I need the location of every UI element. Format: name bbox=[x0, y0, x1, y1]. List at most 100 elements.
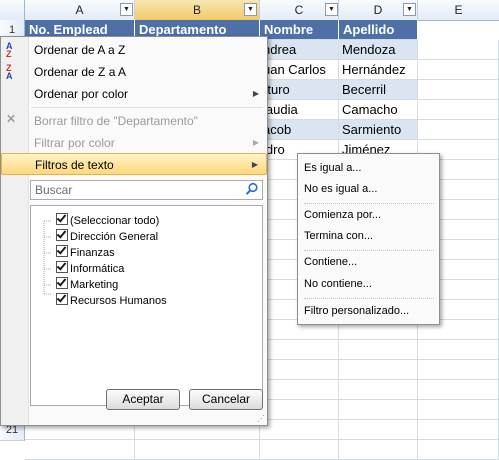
header-label: Apellido bbox=[343, 22, 395, 37]
checkbox-checked[interactable] bbox=[56, 293, 68, 305]
text-filters-submenu: Es igual a... No es igual a... Comienza … bbox=[297, 153, 440, 325]
submenu-item-equals[interactable]: Es igual a... bbox=[304, 158, 361, 178]
cell-apellido[interactable]: Hernández bbox=[339, 60, 418, 80]
checkbox-checked[interactable] bbox=[56, 277, 68, 289]
checkbox-checked[interactable] bbox=[56, 261, 68, 273]
filter-option-label: Informática bbox=[70, 263, 125, 275]
search-icon bbox=[245, 182, 258, 195]
resize-grip-icon[interactable]: ⋰ bbox=[257, 415, 265, 423]
menu-item-label: Ordenar por color bbox=[34, 87, 129, 101]
cancel-button[interactable]: Cancelar bbox=[189, 389, 263, 410]
menu-item-label: Ordenar de Z a A bbox=[34, 65, 127, 79]
filter-option[interactable]: Dirección General bbox=[56, 229, 158, 245]
cell-empty[interactable] bbox=[339, 380, 418, 400]
header-cell-nombre[interactable]: Nombre bbox=[260, 20, 339, 40]
cell-apellido[interactable]: Sarmiento bbox=[339, 120, 418, 140]
filter-option-label: Recursos Humanos bbox=[70, 295, 167, 307]
submenu-separator bbox=[304, 203, 434, 204]
header-label: Departamento bbox=[139, 22, 227, 37]
submenu-item-not-contains[interactable]: No contiene... bbox=[304, 274, 372, 294]
cell-nombre[interactable]: acob bbox=[260, 120, 339, 140]
cell-nombre[interactable]: laudia bbox=[260, 100, 339, 120]
cell-empty[interactable] bbox=[260, 400, 339, 420]
cell-empty[interactable] bbox=[339, 400, 418, 420]
filter-dropdown-button[interactable]: ▼ bbox=[403, 3, 416, 16]
menu-item-label: Ordenar de A a Z bbox=[34, 43, 126, 57]
filter-option-label: Dirección General bbox=[70, 231, 159, 243]
cell-nombre[interactable]: rturo bbox=[260, 80, 339, 100]
menu-item-filter-by-color[interactable]: Filtrar por color ▶ bbox=[1, 132, 267, 154]
menu-item-sort-az[interactable]: AZ Ordenar de A a Z bbox=[1, 39, 267, 61]
submenu-item-begins-with[interactable]: Comienza por... bbox=[304, 205, 381, 225]
cell-apellido[interactable]: Mendoza bbox=[339, 40, 418, 60]
submenu-arrow-icon: ▶ bbox=[252, 138, 259, 147]
cell-empty[interactable] bbox=[418, 380, 499, 400]
cell-empty[interactable] bbox=[418, 360, 499, 380]
cell-empty[interactable] bbox=[418, 40, 499, 60]
cell-empty[interactable] bbox=[260, 360, 339, 380]
menu-item-text-filters[interactable]: Filtros de texto ▶ bbox=[1, 153, 267, 175]
cell-empty[interactable] bbox=[418, 80, 499, 100]
submenu-item-contains[interactable]: Contiene... bbox=[304, 252, 357, 272]
menu-item-label: Borrar filtro de "Departamento" bbox=[34, 114, 198, 128]
cell-empty[interactable] bbox=[418, 340, 499, 360]
header-label: No. Emplead bbox=[29, 22, 108, 37]
submenu-item-ends-with[interactable]: Termina con... bbox=[304, 226, 373, 246]
menu-separator bbox=[31, 107, 263, 108]
cell-nombre[interactable]: uan Carlos bbox=[260, 60, 339, 80]
cell-empty[interactable] bbox=[418, 440, 499, 460]
menu-item-clear-filter[interactable]: ⨯ Borrar filtro de "Departamento" bbox=[1, 110, 267, 132]
checkbox-checked[interactable] bbox=[56, 245, 68, 257]
cell-empty[interactable] bbox=[339, 440, 418, 460]
tree-lines bbox=[43, 220, 51, 295]
clear-filter-icon: ⨯ bbox=[6, 111, 17, 125]
menu-item-sort-za[interactable]: ZA Ordenar de Z a A bbox=[1, 61, 267, 83]
submenu-item-custom-filter[interactable]: Filtro personalizado... bbox=[304, 301, 409, 321]
chevron-down-icon: ▼ bbox=[247, 6, 254, 13]
cell-apellido[interactable]: Camacho bbox=[339, 100, 418, 120]
submenu-separator bbox=[304, 298, 434, 299]
column-header-e[interactable]: E bbox=[418, 0, 499, 20]
filter-option-select-all[interactable]: (Seleccionar todo) bbox=[56, 213, 159, 229]
cell-apellido[interactable]: Becerril bbox=[339, 80, 418, 100]
filter-option-label: (Seleccionar todo) bbox=[70, 215, 160, 227]
cell-empty[interactable] bbox=[418, 60, 499, 80]
filter-option[interactable]: Recursos Humanos bbox=[56, 293, 167, 309]
filter-values-list: (Seleccionar todo) Dirección General Fin… bbox=[30, 205, 263, 406]
cell-empty[interactable] bbox=[25, 440, 135, 460]
cell-empty[interactable] bbox=[418, 400, 499, 420]
cell-empty[interactable] bbox=[339, 340, 418, 360]
cell-nombre[interactable]: ndrea bbox=[260, 40, 339, 60]
sort-az-icon: AZ bbox=[6, 41, 13, 59]
column-header-a[interactable]: A bbox=[25, 0, 135, 20]
filter-dropdown-button[interactable]: ▼ bbox=[325, 3, 338, 16]
checkbox-checked[interactable] bbox=[56, 213, 68, 225]
cell-empty[interactable] bbox=[260, 380, 339, 400]
checkbox-checked[interactable] bbox=[56, 229, 68, 241]
ok-button[interactable]: Aceptar bbox=[106, 389, 180, 410]
header-cell-apellido[interactable]: Apellido bbox=[339, 20, 418, 40]
cell-empty[interactable] bbox=[418, 100, 499, 120]
filter-dropdown-button[interactable]: ▼ bbox=[244, 3, 257, 16]
cell-empty[interactable] bbox=[418, 120, 499, 140]
cell-empty[interactable] bbox=[260, 340, 339, 360]
menu-item-label: Filtrar por color bbox=[34, 136, 115, 150]
cell-empty[interactable] bbox=[418, 420, 499, 440]
cell-empty[interactable] bbox=[260, 420, 339, 440]
filter-dropdown-button[interactable]: ▼ bbox=[120, 3, 133, 16]
cell-empty[interactable] bbox=[339, 360, 418, 380]
cell-empty[interactable] bbox=[260, 440, 339, 460]
submenu-separator bbox=[304, 250, 434, 251]
chevron-down-icon: ▼ bbox=[406, 6, 413, 13]
menu-item-sort-by-color[interactable]: Ordenar por color ▶ bbox=[1, 83, 267, 105]
column-header-b[interactable]: B bbox=[135, 0, 260, 21]
filter-option[interactable]: Marketing bbox=[56, 277, 118, 293]
filter-option[interactable]: Informática bbox=[56, 261, 124, 277]
search-input[interactable]: Buscar bbox=[30, 180, 263, 200]
filter-option[interactable]: Finanzas bbox=[56, 245, 115, 261]
cell-empty[interactable] bbox=[135, 440, 260, 460]
chevron-down-icon: ▼ bbox=[328, 6, 335, 13]
submenu-item-not-equals[interactable]: No es igual a... bbox=[304, 179, 377, 199]
select-all-corner[interactable] bbox=[0, 0, 25, 20]
cell-empty[interactable] bbox=[339, 420, 418, 440]
